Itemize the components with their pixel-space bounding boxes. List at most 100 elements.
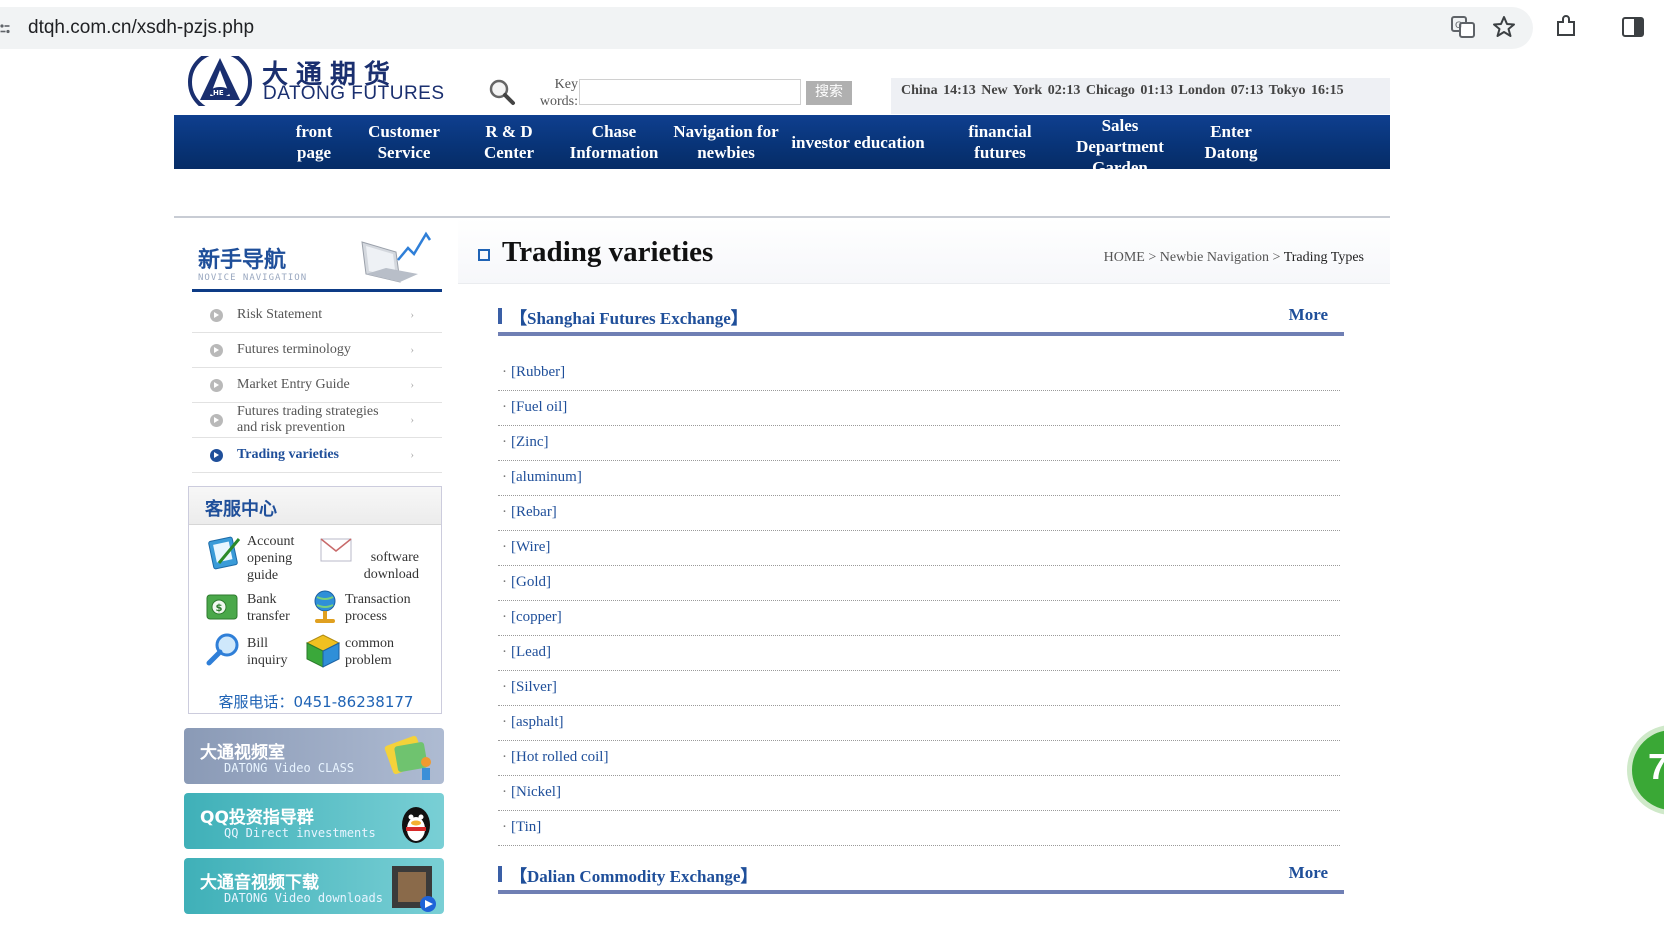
- nav-customer-service[interactable]: Customer Service: [354, 115, 454, 169]
- nav-investor-education[interactable]: investor education: [786, 115, 930, 169]
- sidebar-item-label: Risk Statement: [237, 307, 323, 322]
- nav-newbie-navigation[interactable]: Navigation for newbies: [668, 115, 784, 169]
- bullet: ·: [502, 714, 507, 730]
- sidebar-item-trading-varieties[interactable]: Trading varieties ›: [192, 438, 442, 473]
- address-bar[interactable]: dtqh.com.cn/xsdh-pzjs.php: [0, 7, 1533, 49]
- variety-list: · [Rubber] · [Fuel oil] · [Zinc] · [aluminum…: [498, 356, 1340, 846]
- list-item[interactable]: · [copper]: [498, 601, 1340, 636]
- list-item[interactable]: · [Zinc]: [498, 426, 1340, 461]
- variety-link[interactable]: [copper]: [511, 609, 562, 625]
- chevron-right-icon: ›: [410, 449, 414, 461]
- extensions-icon[interactable]: [1553, 14, 1579, 40]
- sidebar-item-risk-statement[interactable]: Risk Statement ›: [192, 298, 442, 333]
- bill-inquiry-link[interactable]: Bill inquiry: [247, 635, 307, 669]
- keyword-search-input[interactable]: [579, 79, 801, 105]
- banner-title: QQ投资指导群: [200, 808, 314, 828]
- bullet: ·: [502, 679, 507, 695]
- nav-sales-department[interactable]: Sales Department Garden: [1062, 115, 1178, 169]
- software-download-link[interactable]: software download: [357, 549, 419, 583]
- floating-widget-badge[interactable]: 7: [1627, 725, 1664, 815]
- side-panel-icon[interactable]: [1620, 14, 1646, 40]
- section-title: 【Shanghai Futures Exchange】: [510, 309, 748, 328]
- bullet: ·: [502, 434, 507, 450]
- bullet: ·: [502, 749, 507, 765]
- bullet: ·: [502, 539, 507, 555]
- customer-service-panel: 客服中心 Account opening guide software down…: [188, 486, 442, 714]
- page-title: Trading varieties: [502, 236, 714, 268]
- account-opening-icon[interactable]: [205, 533, 245, 571]
- site-header: HE 大通期货 DATONG FUTURES Key words: 搜索 Chi…: [174, 56, 1390, 114]
- box-icon[interactable]: [303, 631, 343, 669]
- breadcrumb-separator: >: [1272, 250, 1281, 265]
- variety-link[interactable]: [Wire]: [511, 539, 550, 555]
- sidebar-item-market-entry-guide[interactable]: Market Entry Guide ›: [192, 368, 442, 403]
- url-text[interactable]: dtqh.com.cn/xsdh-pzjs.php: [28, 17, 254, 39]
- sidebar-item-futures-terminology[interactable]: Futures terminology ›: [192, 333, 442, 368]
- logo-english-text: DATONG FUTURES: [263, 83, 445, 104]
- laptop-icon: [361, 231, 432, 283]
- common-problem-link[interactable]: common problem: [345, 635, 425, 669]
- transaction-process-link[interactable]: Transaction process: [345, 591, 425, 625]
- site-info-icon[interactable]: [0, 24, 10, 34]
- list-item[interactable]: · [Lead]: [498, 636, 1340, 671]
- bank-transfer-link[interactable]: Bank transfer: [247, 591, 307, 625]
- chevron-right-icon: ›: [410, 309, 414, 321]
- list-item[interactable]: · [asphalt]: [498, 706, 1340, 741]
- sidebar-item-label: Market Entry Guide: [237, 377, 350, 392]
- nav-front-page[interactable]: front page: [274, 115, 354, 169]
- nav-financial-futures[interactable]: financial futures: [948, 115, 1052, 169]
- section-header-shfe: 【Shanghai Futures Exchange】 More: [498, 300, 1344, 336]
- page-title-bar: Trading varieties HOME > Newbie Navigati…: [458, 218, 1390, 284]
- nav-rd-center[interactable]: R & D Center: [464, 115, 554, 169]
- video-downloads-banner[interactable]: 大通音视频下载 DATONG Video downloads: [184, 858, 444, 914]
- nav-chase-information[interactable]: Chase Information: [564, 115, 664, 169]
- bookmark-star-icon[interactable]: [1491, 14, 1517, 40]
- search-button[interactable]: 搜索: [806, 81, 852, 105]
- variety-link[interactable]: [Hot rolled coil]: [511, 749, 608, 765]
- more-link[interactable]: More: [1289, 305, 1328, 325]
- bank-transfer-icon[interactable]: $: [203, 589, 243, 627]
- variety-link[interactable]: [Silver]: [511, 679, 557, 695]
- video-class-banner[interactable]: 大通视频室 DATONG Video CLASS: [184, 728, 444, 784]
- datong-logo-icon[interactable]: HE: [188, 56, 252, 106]
- sidebar: 新手导航 NOVICE NAVIGATION Risk Statement › …: [174, 218, 456, 925]
- list-item[interactable]: · [Rubber]: [498, 356, 1340, 391]
- translate-icon[interactable]: G: [1450, 14, 1476, 40]
- list-item[interactable]: · [Tin]: [498, 811, 1340, 846]
- variety-link[interactable]: [Tin]: [511, 819, 541, 835]
- breadcrumb: HOME > Newbie Navigation > Trading Types: [1104, 250, 1364, 266]
- nav-enter-datong[interactable]: Enter Datong: [1186, 115, 1276, 169]
- variety-link[interactable]: [Fuel oil]: [511, 399, 567, 415]
- bullet: ·: [502, 609, 507, 625]
- variety-link[interactable]: [aluminum]: [511, 469, 582, 485]
- list-item[interactable]: · [Nickel]: [498, 776, 1340, 811]
- variety-link[interactable]: [Zinc]: [511, 434, 548, 450]
- breadcrumb-section[interactable]: Newbie Navigation: [1160, 250, 1269, 265]
- variety-link[interactable]: [Nickel]: [511, 784, 561, 800]
- magnifier-icon[interactable]: [203, 631, 243, 669]
- list-item[interactable]: · [aluminum]: [498, 461, 1340, 496]
- sidebar-item-trading-strategies[interactable]: Futures trading strategies and risk prev…: [192, 403, 442, 438]
- more-link[interactable]: More: [1289, 863, 1328, 883]
- list-item[interactable]: · [Hot rolled coil]: [498, 741, 1340, 776]
- main-content: Trading varieties HOME > Newbie Navigati…: [458, 218, 1390, 925]
- variety-link[interactable]: [Lead]: [511, 644, 551, 660]
- variety-link[interactable]: [Gold]: [511, 574, 551, 590]
- variety-link[interactable]: [Rubber]: [511, 364, 565, 380]
- variety-link[interactable]: [Rebar]: [511, 504, 557, 520]
- list-item[interactable]: · [Silver]: [498, 671, 1340, 706]
- section-header-dce: 【Dalian Commodity Exchange】 More: [498, 858, 1344, 894]
- list-item[interactable]: · [Rebar]: [498, 496, 1340, 531]
- bullet: ·: [502, 644, 507, 660]
- breadcrumb-home[interactable]: HOME: [1104, 250, 1145, 265]
- qq-investment-group-banner[interactable]: QQ投资指导群 QQ Direct investments: [184, 793, 444, 849]
- variety-link[interactable]: [asphalt]: [511, 714, 563, 730]
- list-item[interactable]: · [Fuel oil]: [498, 391, 1340, 426]
- envelope-icon[interactable]: [317, 531, 357, 569]
- list-item[interactable]: · [Gold]: [498, 566, 1340, 601]
- globe-icon[interactable]: [303, 587, 343, 625]
- banner-title: 大通音视频下载: [200, 873, 319, 893]
- square-bullet-icon: [478, 249, 490, 261]
- list-item[interactable]: · [Wire]: [498, 531, 1340, 566]
- account-opening-guide-link[interactable]: Account opening guide: [247, 533, 307, 584]
